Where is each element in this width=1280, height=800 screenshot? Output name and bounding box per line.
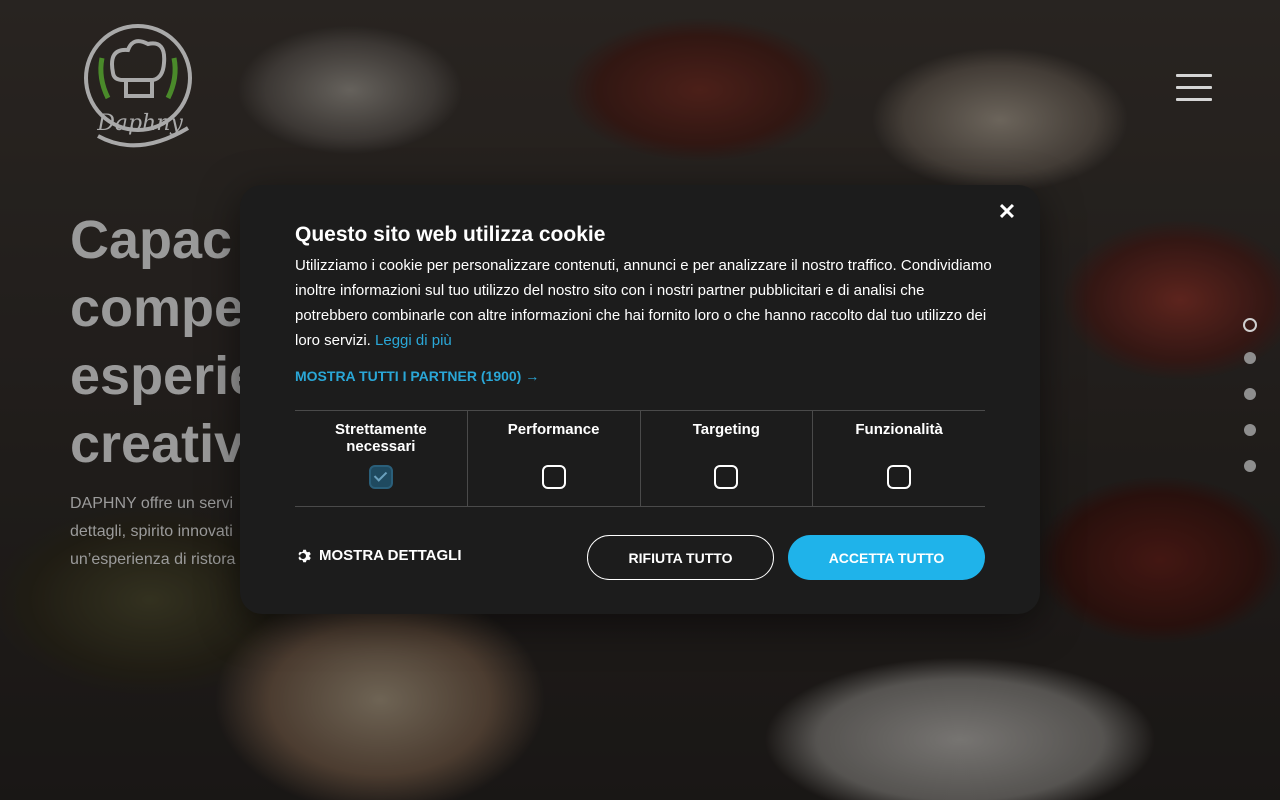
category-functionality: Funzionalità	[812, 411, 985, 506]
cookie-dialog-description: Utilizziamo i cookie per personalizzare …	[295, 253, 995, 353]
category-label: Performance	[507, 421, 600, 438]
slider-dot-5[interactable]	[1244, 460, 1256, 472]
show-partners-link[interactable]: MOSTRA TUTTI I PARTNER (1900) →	[295, 368, 539, 384]
cookie-dialog-title: Questo sito web utilizza cookie	[295, 223, 606, 246]
slider-dot-2[interactable]	[1244, 352, 1256, 364]
slider-pagination	[1240, 318, 1260, 496]
category-targeting: Targeting	[639, 411, 813, 506]
category-label: Funzionalità	[855, 421, 943, 438]
category-label: Strettamente necessari	[335, 421, 427, 455]
slider-dot-1[interactable]	[1243, 318, 1257, 332]
daphny-logo[interactable]: Daphny	[78, 18, 203, 158]
show-details-label: MOSTRA DETTAGLI	[319, 547, 462, 564]
logo-wordmark: Daphny	[96, 111, 183, 136]
close-icon[interactable]: ✕	[996, 201, 1018, 223]
cookie-consent-dialog: ✕ Questo sito web utilizza cookie Utiliz…	[240, 185, 1040, 614]
logo-icon: Daphny	[84, 24, 192, 148]
category-strictly-necessary: Strettamente necessari	[295, 411, 467, 506]
functionality-checkbox[interactable]	[887, 465, 912, 489]
slider-dot-4[interactable]	[1244, 424, 1256, 436]
slider-dot-3[interactable]	[1244, 388, 1256, 400]
category-performance: Performance	[466, 411, 640, 506]
accept-all-button[interactable]: ACCETTA TUTTO	[788, 535, 985, 580]
show-details-button[interactable]: MOSTRA DETTAGLI	[295, 547, 462, 564]
performance-checkbox[interactable]	[541, 465, 566, 489]
category-label: Targeting	[692, 421, 760, 438]
gear-icon	[298, 549, 311, 562]
read-more-link[interactable]: Leggi di più	[375, 332, 452, 349]
strictly-necessary-checkbox	[368, 465, 393, 489]
hamburger-menu-icon[interactable]	[1176, 74, 1212, 106]
cookie-categories: Strettamente necessari Performance Targe…	[295, 410, 985, 507]
reject-all-button[interactable]: RIFIUTA TUTTO	[587, 535, 774, 580]
targeting-checkbox[interactable]	[714, 465, 739, 489]
